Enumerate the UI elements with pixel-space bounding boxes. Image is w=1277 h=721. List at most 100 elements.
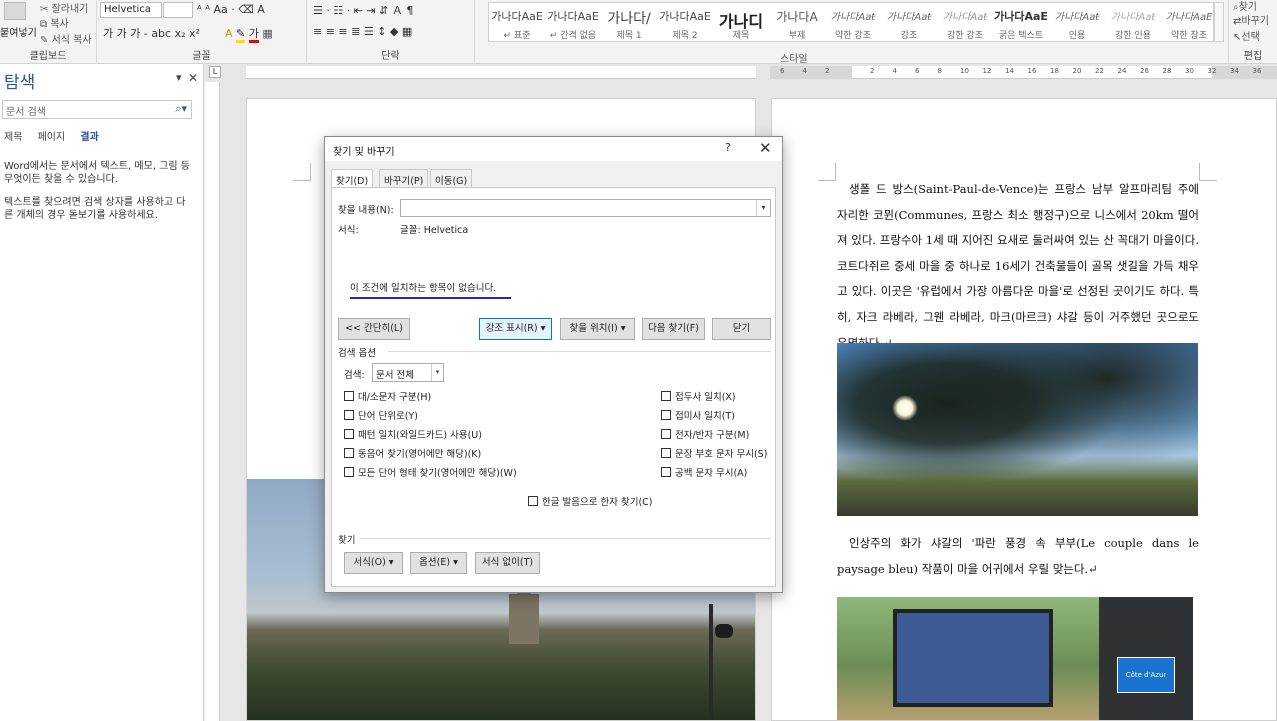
- select-label: 선택: [1241, 32, 1260, 43]
- style-item[interactable]: 가나다AaE 약한 참조: [1161, 3, 1213, 41]
- checkbox-box[interactable]: [661, 448, 671, 458]
- paste-button[interactable]: 붙여넣기: [0, 24, 37, 39]
- no-formatting-button[interactable]: 서식 없이(T): [475, 552, 540, 574]
- nav-tab-headings[interactable]: 제목: [4, 128, 22, 143]
- cut-button[interactable]: ✂ 잘라내기: [40, 0, 88, 15]
- copy-button[interactable]: ⧉ 복사: [40, 15, 69, 30]
- style-item[interactable]: 가나다A 부제: [769, 3, 825, 41]
- list-buttons[interactable]: ☰ · ☷ · ⇤ ⇥ ⇵ Ａ ¶: [313, 2, 413, 18]
- styles-gallery[interactable]: 가나다AaE ↵ 표준 가나다AaE ↵ 간격 없음 가나다/제목 1 가나다AaE 제목 …: [488, 2, 1214, 42]
- corner-mark: [293, 163, 311, 181]
- tab-goto[interactable]: 이동(G): [430, 169, 473, 187]
- search-direction-value: 문서 전체: [376, 370, 414, 381]
- nav-tab-results[interactable]: 결과: [80, 128, 98, 143]
- close-button[interactable]: 닫기: [712, 318, 771, 340]
- nav-tab-pages[interactable]: 페이지: [38, 128, 66, 143]
- dialog-title: 찾기 및 바꾸기: [333, 147, 395, 158]
- style-item[interactable]: 가나다AaE ↵ 간격 없음: [545, 3, 601, 41]
- style-item[interactable]: 가나다Aaŧ 강조: [881, 3, 937, 41]
- match-prefix-checkbox[interactable]: 접두사 일치(X): [661, 389, 736, 403]
- find-in-button[interactable]: 찾을 위치(I) ▾: [560, 318, 635, 340]
- style-item[interactable]: 가나다AaE ↵ 표준: [489, 3, 545, 41]
- checkbox-box[interactable]: [344, 410, 354, 420]
- style-sample: 가나다A: [776, 10, 818, 24]
- tab-replace[interactable]: 바꾸기(P): [379, 169, 429, 187]
- tree-photo[interactable]: [837, 343, 1198, 516]
- match-width-checkbox[interactable]: 전자/반자 구분(M): [661, 427, 749, 441]
- ruler-number: 32: [1207, 67, 1217, 75]
- format-button[interactable]: 서식(O) ▾: [344, 552, 403, 574]
- checkbox-box[interactable]: [661, 467, 671, 477]
- style-item[interactable]: 가나다/제목 1: [601, 3, 657, 41]
- find-what-input[interactable]: ▾: [400, 199, 771, 217]
- align-buttons[interactable]: ≡ ≡ ≡ ≣ ☰ ↕ ◆ ▦: [313, 25, 412, 38]
- word-forms-checkbox[interactable]: 모든 단어 형태 찾기(영어에만 해당)(W): [344, 465, 517, 479]
- nav-options-icon[interactable]: ▾: [176, 71, 182, 84]
- checkbox-box[interactable]: [344, 391, 354, 401]
- font-size-box[interactable]: [163, 2, 193, 18]
- style-item[interactable]: 가나다Aaŧ 강한 인용: [1105, 3, 1161, 41]
- tab-selector[interactable]: L: [209, 66, 221, 78]
- chevron-down-icon[interactable]: ▾: [756, 200, 770, 216]
- style-name: 약한 강조: [835, 31, 871, 41]
- nav-search-input[interactable]: 문서 검색 ⌕▾: [2, 100, 192, 119]
- style-item[interactable]: 가나다Aaŧ 강한 강조: [937, 3, 993, 41]
- find-replace-dialog: 찾기 및 바꾸기 ? ✕ 찾기(D) 바꾸기(P) 이동(G) 찾을 내용(N)…: [324, 136, 783, 593]
- style-name: 굵은 텍스트: [998, 31, 1044, 41]
- sounds-like-label: 동음어 찾기(영어에만 해당)(K): [358, 449, 482, 460]
- replace-button[interactable]: ⇄바꾸기: [1233, 12, 1269, 27]
- hanja-checkbox[interactable]: 한글 발음으로 한자 찾기(C): [528, 494, 653, 508]
- horizontal-ruler[interactable]: 6 4 2 2 4 6 8 10 12 14 16 18 20 22 24 26 28 30 32 34 36: [770, 66, 1277, 79]
- paste-icon[interactable]: [4, 2, 26, 20]
- style-item[interactable]: 가나다AaE 굵은 텍스트: [993, 3, 1049, 41]
- chevron-down-icon[interactable]: ▾: [431, 364, 443, 381]
- ruler-number: 4: [892, 67, 897, 75]
- style-item[interactable]: 가나다AaE 제목 2: [657, 3, 713, 41]
- ignore-punctuation-checkbox[interactable]: 문장 부호 문자 무시(S): [661, 446, 767, 460]
- reading-highlight-button[interactable]: 강조 표시(R) ▾: [479, 318, 552, 340]
- paragraph-1[interactable]: 생폴 드 방스(Saint-Paul-de-Vence)는 프랑스 남부 알프마…: [837, 177, 1199, 356]
- font-name-box[interactable]: Helvetica: [100, 2, 162, 18]
- vertical-ruler[interactable]: [205, 82, 220, 721]
- page-right[interactable]: 생폴 드 방스(Saint-Paul-de-Vence)는 프랑스 남부 알프마…: [771, 98, 1277, 721]
- match-case-checkbox[interactable]: 대/소문자 구분(H): [344, 389, 431, 403]
- ruler-number: 4: [802, 67, 807, 75]
- checkbox-box[interactable]: [344, 429, 354, 439]
- less-button[interactable]: << 간단히(L): [338, 318, 410, 340]
- search-icon[interactable]: ⌕▾: [175, 102, 187, 116]
- dialog-titlebar[interactable]: 찾기 및 바꾸기 ? ✕: [325, 137, 782, 161]
- horizontal-ruler-left[interactable]: [246, 66, 756, 79]
- checkbox-box[interactable]: [528, 496, 538, 506]
- font-format-buttons[interactable]: 가 가 가 - abc x₂ x²: [103, 25, 200, 41]
- help-button[interactable]: ?: [725, 141, 731, 154]
- paragraph-2[interactable]: 인상주의 화가 샤갈의 '파란 풍경 속 부부(Le couple dans l…: [837, 531, 1199, 582]
- font-grow-shrink-icons[interactable]: ᴬ ᴬ Aa · ⌫ A: [197, 3, 265, 16]
- sounds-like-checkbox[interactable]: 동음어 찾기(영어에만 해당)(K): [344, 446, 481, 460]
- copy-icon: ⧉: [40, 19, 51, 30]
- select-button[interactable]: ↖선택: [1233, 28, 1260, 43]
- clipboard-group: 붙여넣기 ✂ 잘라내기 ⧉ 복사 ✎ 서식 복사 클립보드: [0, 0, 97, 64]
- checkbox-box[interactable]: [661, 410, 671, 420]
- close-icon[interactable]: ✕: [759, 139, 772, 157]
- highlight-color-icons[interactable]: A ✎ 가 ▦: [225, 25, 273, 43]
- styles-gallery-scroll[interactable]: [1214, 2, 1224, 42]
- ruler-number: 24: [1117, 67, 1127, 75]
- checkbox-box[interactable]: [344, 448, 354, 458]
- find-next-button[interactable]: 다음 찾기(F): [642, 318, 705, 340]
- style-item[interactable]: 가나다Aaŧ 약한 강조: [825, 3, 881, 41]
- chagall-sign-photo[interactable]: Côte d'Azur: [837, 597, 1193, 720]
- special-button[interactable]: 옵션(E) ▾: [410, 552, 467, 574]
- checkbox-box[interactable]: [344, 467, 354, 477]
- whole-word-checkbox[interactable]: 단어 단위로(Y): [344, 408, 418, 422]
- style-item[interactable]: 가나디 제목: [713, 3, 769, 41]
- wildcards-checkbox[interactable]: 패턴 일치(와일드카드) 사용(U): [344, 427, 482, 441]
- style-item[interactable]: 가나다Aaŧ 인용: [1049, 3, 1105, 41]
- checkbox-box[interactable]: [661, 429, 671, 439]
- ignore-whitespace-checkbox[interactable]: 공백 문자 무시(A): [661, 465, 747, 479]
- format-painter-button[interactable]: ✎ 서식 복사: [40, 31, 92, 46]
- match-suffix-checkbox[interactable]: 접미사 일치(T): [661, 408, 735, 422]
- tab-find[interactable]: 찾기(D): [331, 169, 374, 188]
- nav-close-icon[interactable]: ✕: [188, 71, 198, 85]
- search-direction-select[interactable]: 문서 전체 ▾: [372, 363, 444, 382]
- checkbox-box[interactable]: [661, 391, 671, 401]
